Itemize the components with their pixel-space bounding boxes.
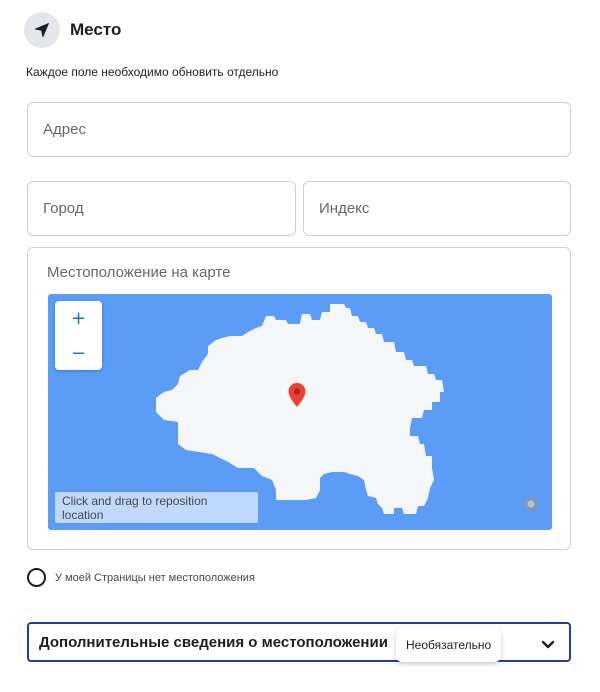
map-info-icon[interactable] (523, 496, 539, 517)
drag-hint: Click and drag to reposition location (55, 492, 258, 523)
no-location-radio[interactable] (27, 568, 46, 587)
optional-badge: Необязательно (396, 628, 502, 662)
map-label: Местоположение на карте (47, 264, 231, 281)
chevron-down-icon[interactable] (541, 637, 555, 655)
no-location-option[interactable]: У моей Страницы нет местоположения (27, 568, 255, 587)
no-location-label: У моей Страницы нет местоположения (55, 571, 255, 584)
additional-details-title: Дополнительные сведения о местоположении (39, 633, 388, 651)
zip-field[interactable] (303, 181, 571, 236)
city-input[interactable] (43, 182, 295, 235)
zoom-control: + − (55, 301, 102, 370)
zip-input[interactable] (319, 182, 570, 235)
update-hint: Каждое поле необходимо обновить отдельно (26, 65, 279, 79)
city-field[interactable] (27, 181, 296, 236)
map-card: Местоположение на карте + − Click and dr… (27, 247, 571, 550)
zoom-out-button[interactable]: − (55, 336, 102, 370)
zoom-in-button[interactable]: + (55, 301, 102, 335)
additional-details-dropdown[interactable]: Дополнительные сведения о местоположении… (27, 622, 571, 662)
address-field[interactable] (27, 102, 571, 157)
map-pin-icon[interactable] (288, 383, 306, 412)
map-view[interactable]: + − Click and drag to reposition locatio… (48, 294, 552, 530)
section-header: Место (24, 12, 121, 48)
location-arrow-icon (24, 12, 60, 48)
address-input[interactable] (43, 103, 570, 156)
section-title: Место (70, 20, 122, 39)
